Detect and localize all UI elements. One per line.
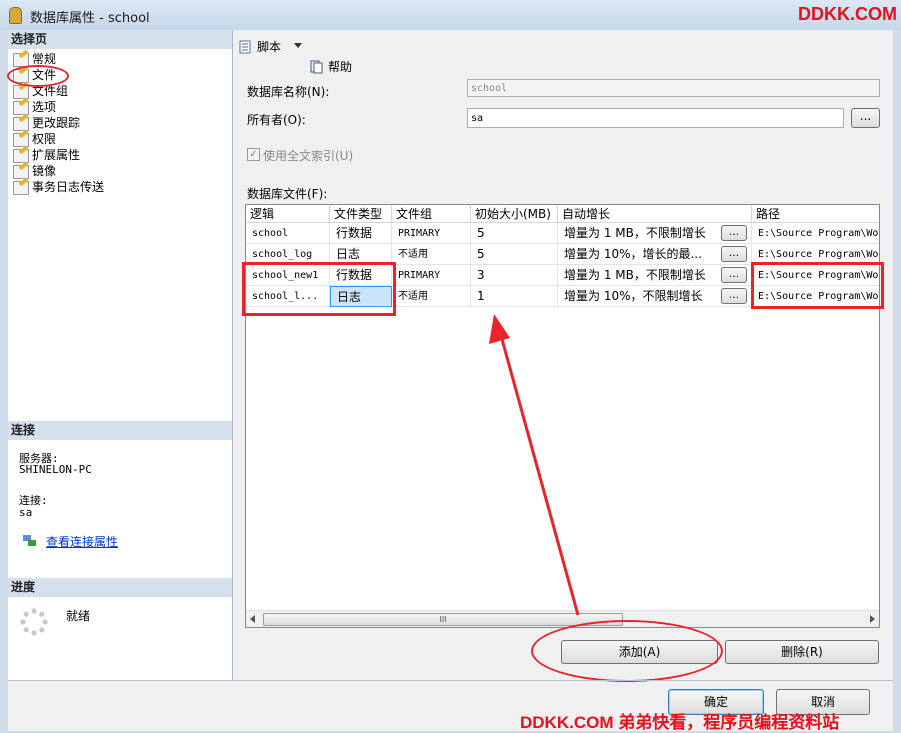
page-item-label: 权限 <box>32 132 57 146</box>
grid-cell[interactable]: 3 <box>471 265 558 286</box>
footer-divider <box>8 680 893 681</box>
page-item[interactable]: 权限 <box>8 131 232 147</box>
scroll-right-icon[interactable] <box>870 615 875 623</box>
grid-cell[interactable]: 不适用 <box>392 286 471 307</box>
progress-spinner-icon <box>20 608 48 636</box>
grid-cell[interactable]: PRIMARY <box>392 265 471 286</box>
owner-browse-button[interactable]: ... <box>851 108 880 128</box>
db-name-label: 数据库名称(N): <box>247 85 330 99</box>
grid-cell[interactable]: E:\Source Program\Wo <box>752 223 879 244</box>
page-item[interactable]: 选项 <box>8 99 232 115</box>
grid-column-header[interactable]: 自动增长 <box>558 205 752 223</box>
autogrowth-browse-button[interactable]: ... <box>721 246 747 262</box>
grid-cell[interactable]: 不适用 <box>392 244 471 265</box>
grid-cell[interactable]: school <box>246 223 330 244</box>
page-item[interactable]: 更改跟踪 <box>8 115 232 131</box>
fulltext-checkbox[interactable]: ✓ <box>247 148 260 161</box>
progress-status: 就绪 <box>66 609 91 623</box>
scroll-left-icon[interactable] <box>250 615 255 623</box>
page-icon <box>13 149 29 163</box>
progress-header: 进度 <box>8 578 232 597</box>
grid-cell[interactable]: 5 <box>471 244 558 265</box>
grid-column-header[interactable]: 路径 <box>752 205 879 223</box>
owner-label: 所有者(O): <box>247 113 306 127</box>
page-item[interactable]: 扩展属性 <box>8 147 232 163</box>
grid-cell[interactable]: PRIMARY <box>392 223 471 244</box>
connection-properties-icon <box>22 534 36 546</box>
page-icon <box>13 165 29 179</box>
page-item[interactable]: 事务日志传送 <box>8 179 232 195</box>
select-page-header: 选择页 <box>8 30 232 49</box>
page-item[interactable]: 镜像 <box>8 163 232 179</box>
page-item-label: 选项 <box>32 100 57 114</box>
chevron-down-icon[interactable] <box>294 43 302 48</box>
title-bar[interactable]: 数据库属性 - school <box>0 0 901 30</box>
database-icon <box>9 7 22 24</box>
db-name-field: school <box>467 79 880 97</box>
toolbar: 脚本 帮助 <box>232 34 896 74</box>
annotation-box-path <box>751 262 884 309</box>
annotation-arrow <box>489 314 580 616</box>
connection-label: 连接: <box>19 494 48 507</box>
script-button[interactable]: 脚本 <box>235 37 896 57</box>
help-label: 帮助 <box>328 60 353 74</box>
page-item-label: 事务日志传送 <box>32 180 105 194</box>
page-item-label: 常规 <box>32 52 57 66</box>
connection-header: 连接 <box>8 421 232 440</box>
page-icon <box>13 101 29 115</box>
connection-value: sa <box>19 506 33 519</box>
annotation-ellipse-files <box>7 65 69 87</box>
fulltext-label: 使用全文索引(U) <box>263 149 354 163</box>
grid-column-header[interactable]: 文件组 <box>392 205 471 223</box>
server-value: SHINELON-PC <box>19 463 92 476</box>
watermark-top: DDKK.COM <box>798 4 897 24</box>
grid-column-header[interactable]: 初始大小(MB) <box>471 205 558 223</box>
page-item-label: 扩展属性 <box>32 148 81 162</box>
left-pane: 选择页 常规 文件 文件组 选项 更改跟踪 权限 扩展属性 镜像 事务日志传送 连接 服务器: … <box>8 30 233 680</box>
script-label: 脚本 <box>257 40 282 54</box>
annotation-box-new-files <box>242 262 396 316</box>
help-icon <box>310 60 323 74</box>
annotation-ellipse-add <box>531 620 723 682</box>
page-item-label: 更改跟踪 <box>32 116 81 130</box>
remove-button[interactable]: 删除(R) <box>725 640 879 664</box>
owner-field[interactable]: sa <box>467 108 844 128</box>
autogrowth-browse-button[interactable]: ... <box>721 288 747 304</box>
page-icon <box>13 85 29 99</box>
page-icon <box>13 181 29 195</box>
autogrowth-browse-button[interactable]: ... <box>721 267 747 283</box>
grid-column-header[interactable]: 文件类型 <box>330 205 392 223</box>
page-icon <box>13 133 29 147</box>
watermark-bottom: DDKK.COM 弟弟快看，程序员编程资料站 <box>520 713 840 732</box>
database-files-label: 数据库文件(F): <box>247 187 328 201</box>
view-connection-properties-link[interactable]: 查看连接属性 <box>46 533 118 550</box>
script-icon <box>239 40 251 54</box>
grid-cell[interactable]: 1 <box>471 286 558 307</box>
autogrowth-browse-button[interactable]: ... <box>721 225 747 241</box>
grid-column-header[interactable]: 逻辑 <box>246 205 330 223</box>
grid-cell[interactable]: 5 <box>471 223 558 244</box>
window-title: 数据库属性 - school <box>30 11 150 26</box>
grid-cell[interactable]: 行数据 <box>330 223 392 244</box>
help-button[interactable]: 帮助 <box>306 57 901 77</box>
page-item-label: 镜像 <box>32 164 57 178</box>
page-icon <box>13 117 29 131</box>
